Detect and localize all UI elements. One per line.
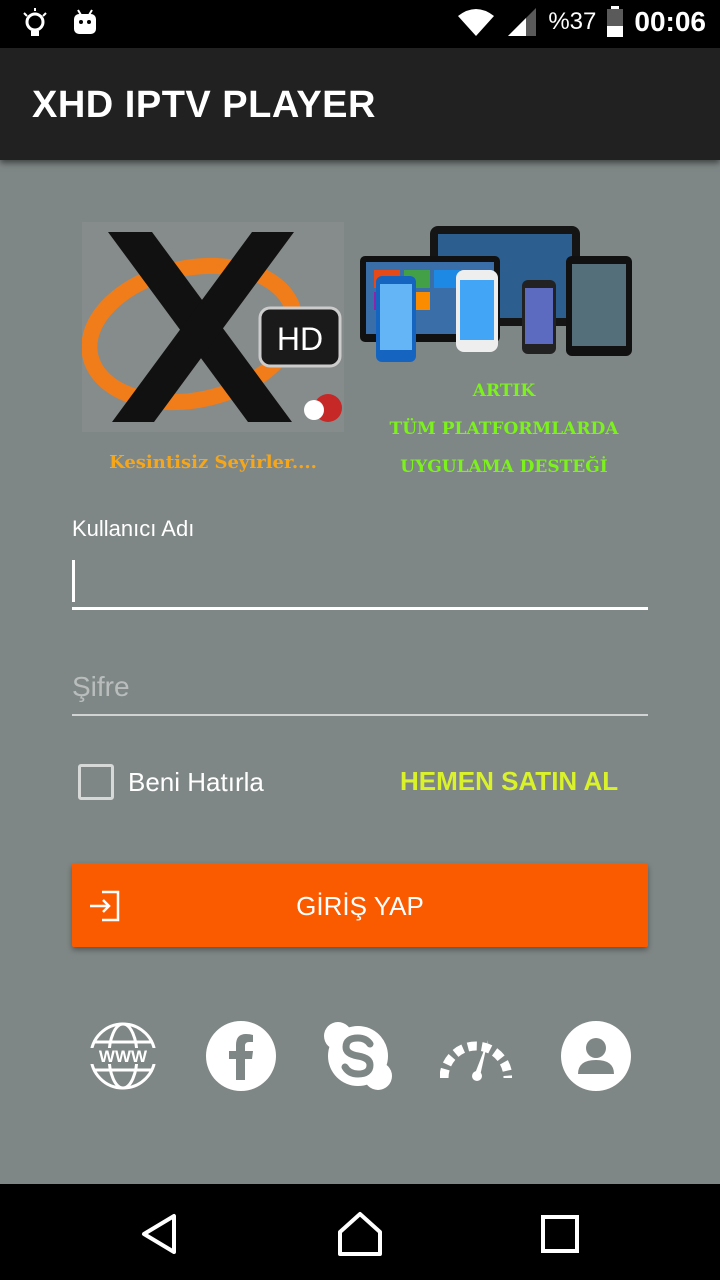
promo-line-1: ARTIK xyxy=(472,381,536,401)
battery-percent: %37 xyxy=(548,8,597,35)
app-title: XHD IPTV PLAYER xyxy=(32,84,376,126)
username-label: Kullanıcı Adı xyxy=(72,516,195,541)
app-bar: XHD IPTV PLAYER xyxy=(0,48,720,160)
speedometer-icon[interactable] xyxy=(440,1020,512,1092)
checkbox-box[interactable] xyxy=(78,764,114,800)
promo-text: ARTIK TÜM PLATFORMLARDA UYGULAMA DESTEĞİ xyxy=(360,372,648,486)
clock: 00:06 xyxy=(634,6,706,37)
buy-now-link[interactable]: HEMEN SATIN AL xyxy=(400,766,618,797)
login-button[interactable]: GİRİŞ YAP xyxy=(72,863,648,947)
user-profile-icon[interactable] xyxy=(560,1020,632,1092)
android-icon xyxy=(74,9,96,34)
lightbulb-icon xyxy=(23,8,47,36)
remember-me-checkbox[interactable]: Beni Hatırla xyxy=(78,764,264,800)
wifi-icon xyxy=(458,9,495,36)
battery-icon xyxy=(607,6,624,37)
password-input[interactable] xyxy=(72,660,648,716)
devices-illustration xyxy=(360,226,632,362)
recents-icon[interactable] xyxy=(536,1210,584,1258)
promo-line-3: UYGULAMA DESTEĞİ xyxy=(400,457,608,477)
navigation-bar xyxy=(0,1184,720,1280)
back-icon[interactable] xyxy=(136,1210,184,1258)
login-button-label: GİRİŞ YAP xyxy=(296,891,424,921)
home-icon[interactable] xyxy=(336,1210,384,1258)
remember-me-label: Beni Hatırla xyxy=(128,766,264,797)
username-input[interactable] xyxy=(72,552,648,610)
www-text: WWW xyxy=(99,1047,148,1066)
tagline: Kesintisiz Seyirler.... xyxy=(109,452,317,473)
status-bar: %37 00:06 xyxy=(0,0,720,48)
globe-www-icon[interactable]: WWW xyxy=(87,1020,159,1092)
text-caret xyxy=(72,560,75,602)
xhd-logo: HD xyxy=(82,222,344,432)
promo-line-2: TÜM PLATFORMLARDA xyxy=(389,419,619,439)
skype-icon[interactable] xyxy=(322,1020,394,1092)
facebook-icon[interactable] xyxy=(205,1020,277,1092)
login-screen: HD Kesintisiz Seyirler.... ARTIK TÜM PLA… xyxy=(0,160,720,1184)
logo-hd-text: HD xyxy=(277,321,323,357)
signal-icon xyxy=(508,8,537,36)
